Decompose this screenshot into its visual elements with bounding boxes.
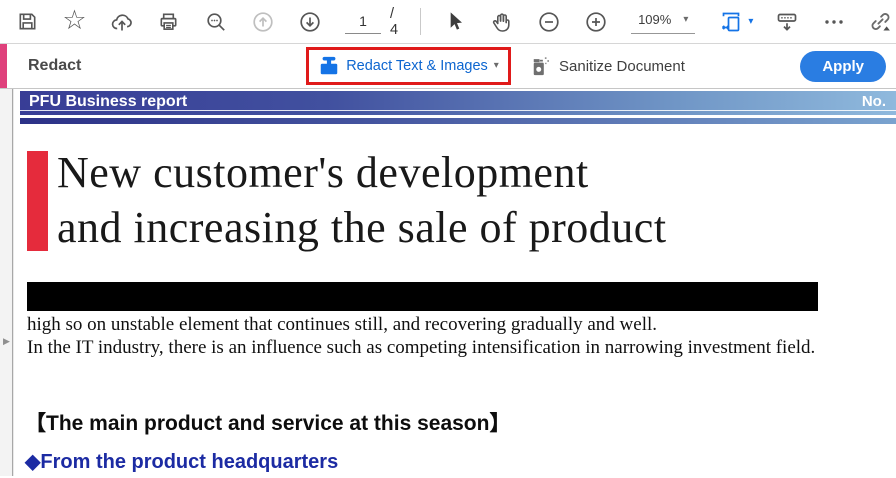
section-heading: 【The main product and service at this se… xyxy=(25,412,511,435)
toolbar-divider xyxy=(420,8,422,35)
document-header-banner: PFU Business report No. xyxy=(20,91,896,115)
share-link-icon[interactable] xyxy=(867,8,894,35)
document-header-stripe xyxy=(20,118,896,124)
zoom-level-dropdown[interactable]: 109% ▾ xyxy=(631,9,696,34)
hide-toolbar-icon[interactable] xyxy=(773,8,800,35)
print-icon[interactable] xyxy=(155,8,182,35)
document-headline: New customer's development and increasin… xyxy=(57,145,667,255)
chevron-down-icon: ▾ xyxy=(493,60,499,71)
page-number-input[interactable] xyxy=(345,9,381,34)
headline-red-block xyxy=(27,151,48,251)
redaction-black-bar[interactable] xyxy=(27,282,818,311)
document-header-title: PFU Business report xyxy=(29,92,188,110)
bullet-item: ◆From the product headquarters xyxy=(25,451,339,473)
page-total-label: / 4 xyxy=(390,5,399,38)
redact-button-label: Redact Text & Images xyxy=(346,58,488,74)
sanitize-spray-icon xyxy=(528,55,551,78)
sanitize-button-label: Sanitize Document xyxy=(559,57,685,75)
zoom-in-icon[interactable] xyxy=(582,8,609,35)
zoom-level-value: 109% xyxy=(638,12,672,27)
share-file-icon[interactable] xyxy=(108,8,135,35)
find-icon[interactable] xyxy=(202,8,229,35)
chevron-down-icon: ▾ xyxy=(683,13,689,25)
document-viewport: ▶ PFU Business report No. New customer's… xyxy=(0,89,896,476)
redact-text-images-button[interactable]: Redact Text & Images ▾ xyxy=(306,47,511,85)
headline-line2: and increasing the sale of product xyxy=(57,203,667,252)
main-toolbar: ☆ / 4 xyxy=(0,0,896,44)
hand-tool-icon[interactable] xyxy=(488,8,515,35)
star-icon[interactable]: ☆ xyxy=(61,6,88,35)
next-page-icon[interactable] xyxy=(296,8,323,35)
tool-accent-bar xyxy=(0,44,7,88)
select-tool-icon[interactable] xyxy=(441,8,468,35)
page-navigation: / 4 xyxy=(345,6,398,38)
sanitize-document-button[interactable]: Sanitize Document xyxy=(528,44,685,88)
document-header-number: No. xyxy=(861,93,886,110)
expand-pane-icon[interactable]: ▶ xyxy=(3,337,10,346)
more-tools-icon[interactable] xyxy=(820,8,847,35)
redact-toolbar: Redact Redact Text & Images ▾ Sanitize D… xyxy=(0,44,896,89)
fit-width-icon xyxy=(717,8,744,35)
tool-title: Redact xyxy=(28,57,82,74)
body-line1: high so on unstable element that continu… xyxy=(27,314,658,335)
fit-width-dropdown[interactable]: ▾ xyxy=(717,8,753,35)
save-icon[interactable] xyxy=(14,8,41,35)
chevron-down-icon: ▾ xyxy=(748,15,754,27)
zoom-out-icon[interactable] xyxy=(535,8,562,35)
body-line2: In the IT industry, there is an influenc… xyxy=(27,337,816,358)
pdf-page: PFU Business report No. New customer's d… xyxy=(14,89,896,476)
navigation-pane-strip[interactable]: ▶ xyxy=(0,89,13,476)
apply-button[interactable]: Apply xyxy=(800,51,886,82)
document-body-text: high so on unstable element that continu… xyxy=(27,313,815,359)
previous-page-icon[interactable] xyxy=(249,8,276,35)
headline-line1: New customer's development xyxy=(57,148,589,197)
redact-mark-icon xyxy=(318,55,340,77)
